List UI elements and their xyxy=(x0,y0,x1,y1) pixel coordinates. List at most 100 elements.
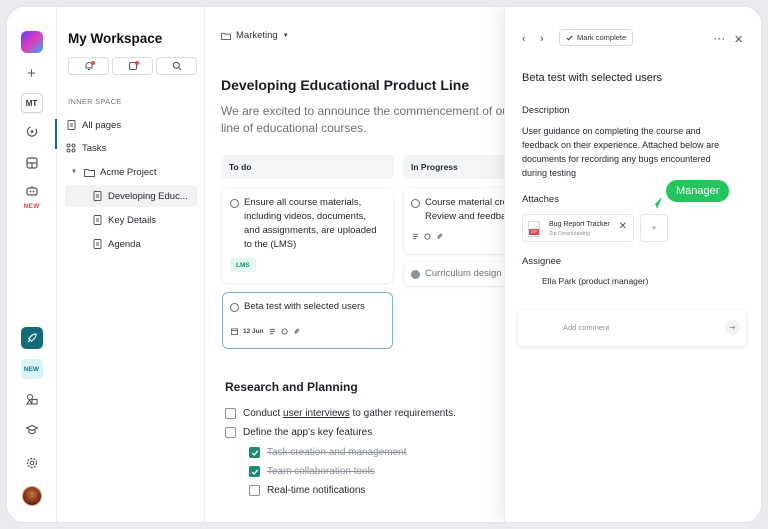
checkbox[interactable] xyxy=(225,427,236,438)
search-button[interactable] xyxy=(156,57,197,75)
breadcrumb[interactable]: Marketing ▼ xyxy=(221,30,289,41)
sidebar-item-key-details[interactable]: Key Details xyxy=(65,209,197,231)
sync-icon[interactable] xyxy=(25,125,38,138)
cursor-pointer-icon xyxy=(650,197,662,209)
description-text[interactable]: User guidance on completing the course a… xyxy=(522,124,737,180)
inbox-dot xyxy=(135,61,139,65)
comment-box[interactable]: Add comment ➔ xyxy=(518,310,746,346)
chevron-down-icon: ▼ xyxy=(282,32,289,39)
app-logo[interactable] xyxy=(20,31,43,53)
checkbox[interactable] xyxy=(225,408,236,419)
search-icon xyxy=(172,61,181,71)
sidebar-item-label: Agenda xyxy=(108,238,141,250)
manager-cursor-badge: Manager xyxy=(666,180,730,202)
caret-down-icon[interactable]: ▼ xyxy=(71,169,80,175)
close-icon[interactable]: ✕ xyxy=(734,29,743,49)
add-icon[interactable]: + xyxy=(27,65,36,82)
inbox-button[interactable] xyxy=(112,57,153,75)
task-card-selected[interactable]: Beta test with selected users 12 Jun xyxy=(222,292,393,349)
assignee-value[interactable]: Ella Park (product manager) xyxy=(542,276,648,286)
attaches-label: Attaches xyxy=(522,194,559,205)
document-icon xyxy=(91,238,103,250)
mark-complete-button[interactable]: Mark complete xyxy=(559,29,634,46)
tag-badge: LMS xyxy=(230,258,256,272)
notifications-button[interactable] xyxy=(68,57,109,75)
checklist-text: Team collaboration tools xyxy=(267,466,375,477)
task-detail-panel: ‹ › Mark complete ··· ✕ Beta test with s… xyxy=(504,7,761,522)
checklist-subitem[interactable]: Real-time notifications xyxy=(249,485,365,496)
sidebar-item-label: Acme Project xyxy=(100,166,157,178)
panel-toolbar: ‹ › Mark complete ··· ✕ xyxy=(505,29,761,49)
task-card-meta xyxy=(412,233,443,240)
checklist-subitem[interactable]: Team collaboration tools xyxy=(249,466,375,477)
sidebar-item-label: All pages xyxy=(82,119,122,131)
document-icon xyxy=(91,214,103,226)
task-card-text: Ensure all course materials, including v… xyxy=(244,197,377,250)
comment-input[interactable]: Add comment xyxy=(563,323,609,332)
rocket-icon[interactable] xyxy=(20,327,43,349)
zip-file-icon: ZIP xyxy=(528,221,540,237)
sidebar-item-all-pages[interactable]: All pages xyxy=(65,114,197,136)
mark-complete-label: Mark complete xyxy=(577,33,627,42)
more-options-icon[interactable]: ··· xyxy=(714,29,726,49)
sidebar-item-agenda[interactable]: Agenda xyxy=(65,233,197,255)
section-label: INNER SPACE xyxy=(68,97,122,106)
user-interviews-link[interactable]: user interviews xyxy=(283,408,350,419)
bot-icon[interactable] xyxy=(25,185,38,197)
sidebar-item-tasks[interactable]: Tasks xyxy=(65,137,197,159)
checkbox-checked[interactable] xyxy=(249,447,260,458)
checkbox-checked[interactable] xyxy=(249,466,260,477)
sidebar-item-developing-educ[interactable]: Developing Educ... xyxy=(65,185,197,207)
task-card[interactable]: Curriculum design xyxy=(404,262,505,286)
check-icon xyxy=(566,35,573,40)
remove-attachment-icon[interactable]: ✕ xyxy=(619,221,627,232)
calendar-icon xyxy=(231,328,238,335)
task-card[interactable]: Ensure all course materials, including v… xyxy=(222,188,393,283)
completed-circle-icon[interactable] xyxy=(411,269,420,279)
grid-icon[interactable] xyxy=(25,157,38,169)
settings-gear-icon[interactable] xyxy=(26,457,38,469)
section-heading: Research and Planning xyxy=(225,380,358,394)
chevron-right-icon[interactable]: › xyxy=(540,29,544,49)
workspace-actions xyxy=(68,57,197,75)
graduation-cap-icon[interactable] xyxy=(25,424,38,435)
shapes-icon[interactable] xyxy=(25,393,38,405)
status-circle-icon[interactable] xyxy=(230,198,239,208)
checklist-text: Conduct user interviews to gather requir… xyxy=(243,408,456,419)
checkbox[interactable] xyxy=(249,485,260,496)
send-arrow-icon[interactable]: ➔ xyxy=(725,320,740,335)
checklist-text: Real-time notifications xyxy=(267,485,366,496)
checklist-subitem[interactable]: Task creation and management xyxy=(249,447,407,458)
sidebar-item-acme-project[interactable]: ▼ Acme Project xyxy=(65,161,197,183)
checklist-item[interactable]: Conduct user interviews to gather requir… xyxy=(225,408,456,419)
workspace-switcher[interactable]: MT xyxy=(20,93,43,113)
folder-icon xyxy=(83,166,95,178)
status-circle-icon[interactable] xyxy=(230,302,239,312)
checklist-text: Task creation and management xyxy=(267,447,407,458)
check-icon xyxy=(251,468,258,475)
attachment-item[interactable]: ZIP Bug Report Tracker Zip Downloading ✕ xyxy=(522,214,634,242)
status-circle-icon[interactable] xyxy=(411,198,420,208)
page-title: Developing Educational Product Line xyxy=(221,77,470,93)
new-badge: NEW xyxy=(23,203,40,210)
new-feature-badge[interactable]: NEW xyxy=(20,359,43,379)
checklist-item[interactable]: Define the app's key features xyxy=(225,427,372,438)
column-header-todo: To do xyxy=(221,155,394,179)
icon-rail: + MT NEW NEW xyxy=(7,7,57,522)
task-card-text: Curriculum design xyxy=(425,268,502,279)
chevron-left-icon[interactable]: ‹ xyxy=(522,29,526,49)
add-attachment-button[interactable]: + xyxy=(640,214,668,242)
task-title[interactable]: Beta test with selected users xyxy=(522,72,662,84)
assignee-label: Assignee xyxy=(522,256,562,267)
task-card[interactable]: Course material creation Review and feed… xyxy=(404,188,505,254)
check-icon xyxy=(251,449,258,456)
user-avatar[interactable] xyxy=(21,486,42,506)
attachment-name: Bug Report Tracker xyxy=(549,221,610,228)
paperclip-icon xyxy=(436,233,443,240)
sidebar-item-label: Developing Educ... xyxy=(108,190,188,202)
tasks-icon xyxy=(65,142,77,154)
description-lines-icon xyxy=(269,328,276,335)
workspace-sidebar: My Workspace INNER SPACE All pages Tasks xyxy=(57,7,205,522)
folder-icon xyxy=(221,32,231,40)
description-lines-icon xyxy=(412,233,419,240)
